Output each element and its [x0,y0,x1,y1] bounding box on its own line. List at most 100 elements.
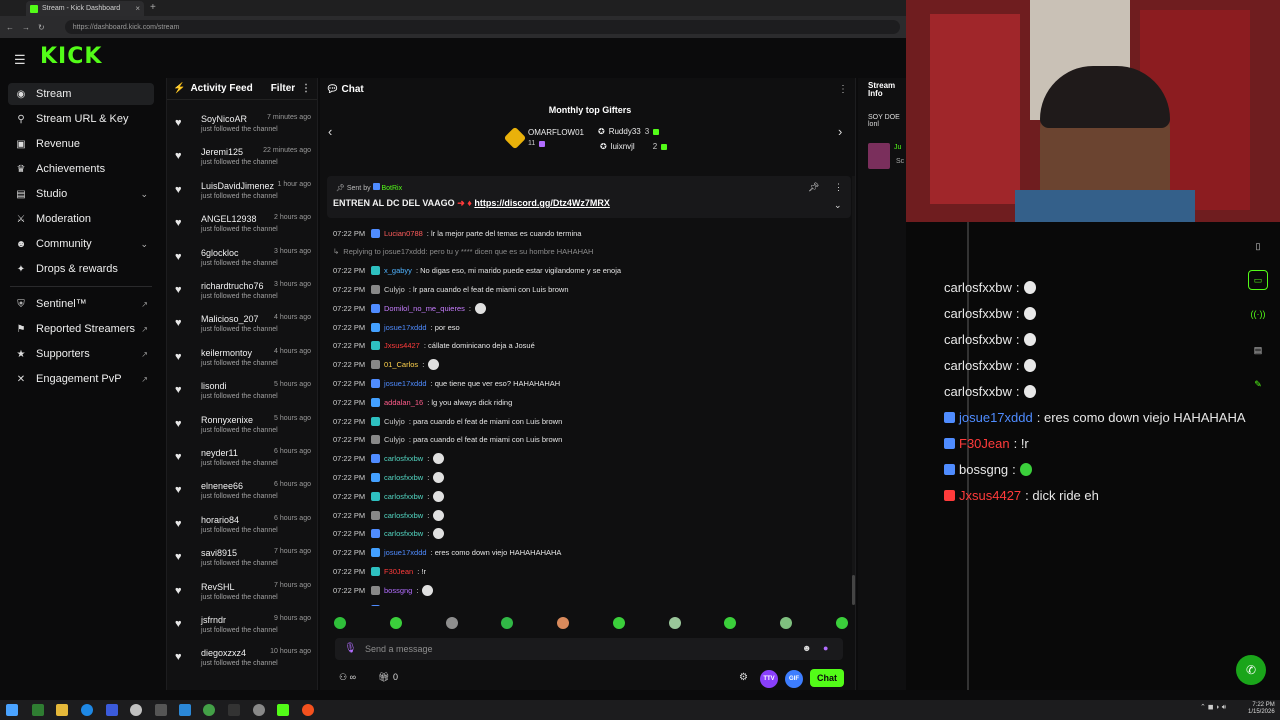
chat-message[interactable]: 07:22 PM F30Jean: !r [333,564,426,578]
follower-name[interactable]: Ronnyxenixe [201,415,253,425]
message-username[interactable]: carlosfxxbw [384,454,423,463]
chat-message[interactable]: 07:22 PM carlosfxxbw: [333,470,445,484]
activity-feed-item[interactable]: ♥ savi8915 7 hours ago just followed the ch… [173,548,317,578]
emoji-picker-icon[interactable]: ☻ [802,643,811,653]
chat-message[interactable]: 07:22 PM carlosfxxbw: [333,508,445,522]
follower-name[interactable]: LuisDavidJimenez [201,181,274,191]
chat-message[interactable]: 07:22 PM Jxsus4427: dick ride eh [333,602,466,606]
close-tab-icon[interactable]: × [135,4,140,13]
browser-tab[interactable]: Stream - Kick Dashboard × [26,1,144,16]
gifter-3[interactable]: ✪ luixnvjl 2 [600,142,668,151]
chat-message[interactable]: 07:22 PM Domilol_no_me_quieres: [333,301,486,315]
message-username[interactable]: Domilol_no_me_quieres [384,304,465,313]
browser-icon[interactable] [130,704,142,716]
sidebar-item-stream[interactable]: ◉ Stream [8,83,154,105]
system-tray[interactable]: ⌃ ◼ ◗ 🔊︎ [1200,703,1226,712]
url-field[interactable]: https://dashboard.kick.com/stream [64,20,900,34]
follower-name[interactable]: jsfrndr [201,615,226,625]
message-username[interactable]: Jxsus4427 [384,341,420,350]
message-username[interactable]: 01_Carlos [384,360,418,369]
reload-icon[interactable]: ↻ [38,23,45,32]
taskbar-app-icon[interactable] [155,704,167,716]
chat-message[interactable]: 07:22 PM 01_Carlos: [333,358,440,372]
chat-scrollbar-thumb[interactable] [852,575,855,605]
activity-feed-item[interactable]: ♥ RevSHL 7 hours ago just followed the chan… [173,582,317,612]
kick-app-icon[interactable] [277,704,289,716]
emote-icon[interactable] [780,617,793,629]
activity-feed-item[interactable]: ♥ Malicioso_207 4 hours ago just followed t… [173,314,317,344]
filter-button[interactable]: Filter [271,83,295,94]
follower-name[interactable]: 6glockloc [201,248,239,258]
activity-feed-item[interactable]: ♥ ANGEL12938 2 hours ago just followed the … [173,214,317,244]
kick-logo[interactable]: KICK [40,44,102,69]
activity-feed-item[interactable]: ♥ keilermontoy 4 hours ago just followed th… [173,348,317,378]
chevron-down-icon[interactable]: ⌄ [140,239,148,250]
chat-message[interactable]: 07:22 PM josue17xddd: eres como down viej… [333,546,561,560]
chat-message[interactable]: 07:22 PM carlosfxxbw: [333,527,445,541]
chevron-right-icon[interactable]: › [838,124,842,139]
emote-icon[interactable] [612,617,625,629]
follower-name[interactable]: SoyNicoAR [201,114,247,124]
activity-feed-item[interactable]: ♥ SoyNicoAR 7 minutes ago just followed the… [173,114,317,144]
emote-icon[interactable] [501,617,514,629]
pinned-message[interactable] [327,176,851,218]
taskbar-app-icon[interactable] [302,704,314,716]
gifter-2[interactable]: ✪ Ruddy33 3 [598,127,660,136]
emote-icon[interactable] [835,617,848,629]
pinned-options-icon[interactable]: ⋮ [834,182,843,193]
sidebar-item-community[interactable]: ☻ Community ⌄ [8,233,154,255]
chrome-icon[interactable] [81,704,93,716]
sidebar-item-supporters[interactable]: ★ Supporters ↗ [8,343,154,365]
message-username[interactable]: F30Jean [384,567,413,576]
message-username[interactable]: Culyjo [384,435,405,444]
emote-icon[interactable] [445,617,458,629]
sidebar-item-achievements[interactable]: ♛ Achievements [8,158,154,180]
chat-message[interactable]: 07:22 PM bossgng: [333,583,434,597]
layout-dock-icon[interactable]: ▤ [1248,340,1268,360]
hamburger-menu-icon[interactable]: ☰ [14,52,26,68]
more-options-icon[interactable]: ⋮ [301,83,311,94]
new-tab-icon[interactable]: + [150,2,156,13]
chevron-left-icon[interactable]: ‹ [328,124,332,139]
mobile-icon[interactable]: ▯ [1248,236,1268,256]
chat-message[interactable]: 07:22 PM carlosfxxbw: [333,452,445,466]
message-username[interactable]: carlosfxxbw [384,492,423,501]
activity-feed-item[interactable]: ♥ elnenee66 6 hours ago just followed the c… [173,481,317,511]
follower-name[interactable]: richardtrucho76 [201,281,264,291]
chat-options-icon[interactable]: ⋮ [838,84,848,95]
pinned-link[interactable]: https://discord.gg/Dtz4Wz7MRX [474,198,610,208]
message-username[interactable]: carlosfxxbw [384,473,423,482]
chat-message[interactable]: 07:22 PM Lucian0788: lr la mejor parte de… [333,226,581,240]
chat-message[interactable]: 07:22 PM Culyjo: para cuando el feat de m… [333,414,562,428]
taskbar-clock[interactable]: 7:22 PM 1/15/2026 [1248,702,1275,716]
activity-feed-item[interactable]: ♥ Ronnyxenixe 5 hours ago just followed the… [173,415,317,445]
message-username[interactable]: x_gabyy [384,266,412,275]
emote-icon[interactable] [334,617,346,629]
activity-feed-item[interactable]: ♥ lisondi 5 hours ago just followed the cha… [173,381,317,411]
emote-icon[interactable] [389,617,402,629]
taskbar-app-icon[interactable] [253,704,265,716]
chat-reply-context[interactable]: ↳ Replying to josue17xddd: pero tu y ****… [333,245,593,259]
chat-message[interactable]: 07:22 PM x_gabyy: No digas eso, mi marido… [333,264,621,278]
emote-icon[interactable] [668,617,681,629]
chat-message[interactable]: 07:22 PM Culyjo: para cuando el feat de m… [333,433,562,447]
gear-icon[interactable]: ⚙ [739,672,748,683]
activity-feed-item[interactable]: ♥ diegoxzxz4 10 hours ago just followed the… [173,648,317,678]
message-username[interactable]: Culyjo [384,417,405,426]
chat-message[interactable]: 07:22 PM Jxsus4427: cállate dominicano de… [333,339,535,353]
sidebar-item-studio[interactable]: ▤ Studio ⌄ [8,183,154,205]
activity-feed-item[interactable]: ♥ horario84 6 hours ago just followed the c… [173,515,317,545]
spotify-icon[interactable] [203,704,215,716]
follower-name[interactable]: elnenee66 [201,481,243,491]
follower-name[interactable]: RevSHL [201,582,235,592]
chat-message[interactable]: 07:22 PM carlosfxxbw: [333,489,445,503]
message-username[interactable]: josue17xddd [384,379,427,388]
microphone-icon[interactable]: 🎙︎ [344,643,357,654]
chat-message[interactable]: 07:22 PM josue17xddd: por eso [333,320,460,334]
follower-name[interactable]: horario84 [201,515,239,525]
follower-name[interactable]: lisondi [201,381,227,391]
message-username[interactable]: bossgng [384,586,412,595]
forward-icon[interactable]: → [22,23,30,32]
sidebar-item-reported-streamers[interactable]: ⚑ Reported Streamers ↗ [8,318,154,340]
follower-name[interactable]: keilermontoy [201,348,252,358]
